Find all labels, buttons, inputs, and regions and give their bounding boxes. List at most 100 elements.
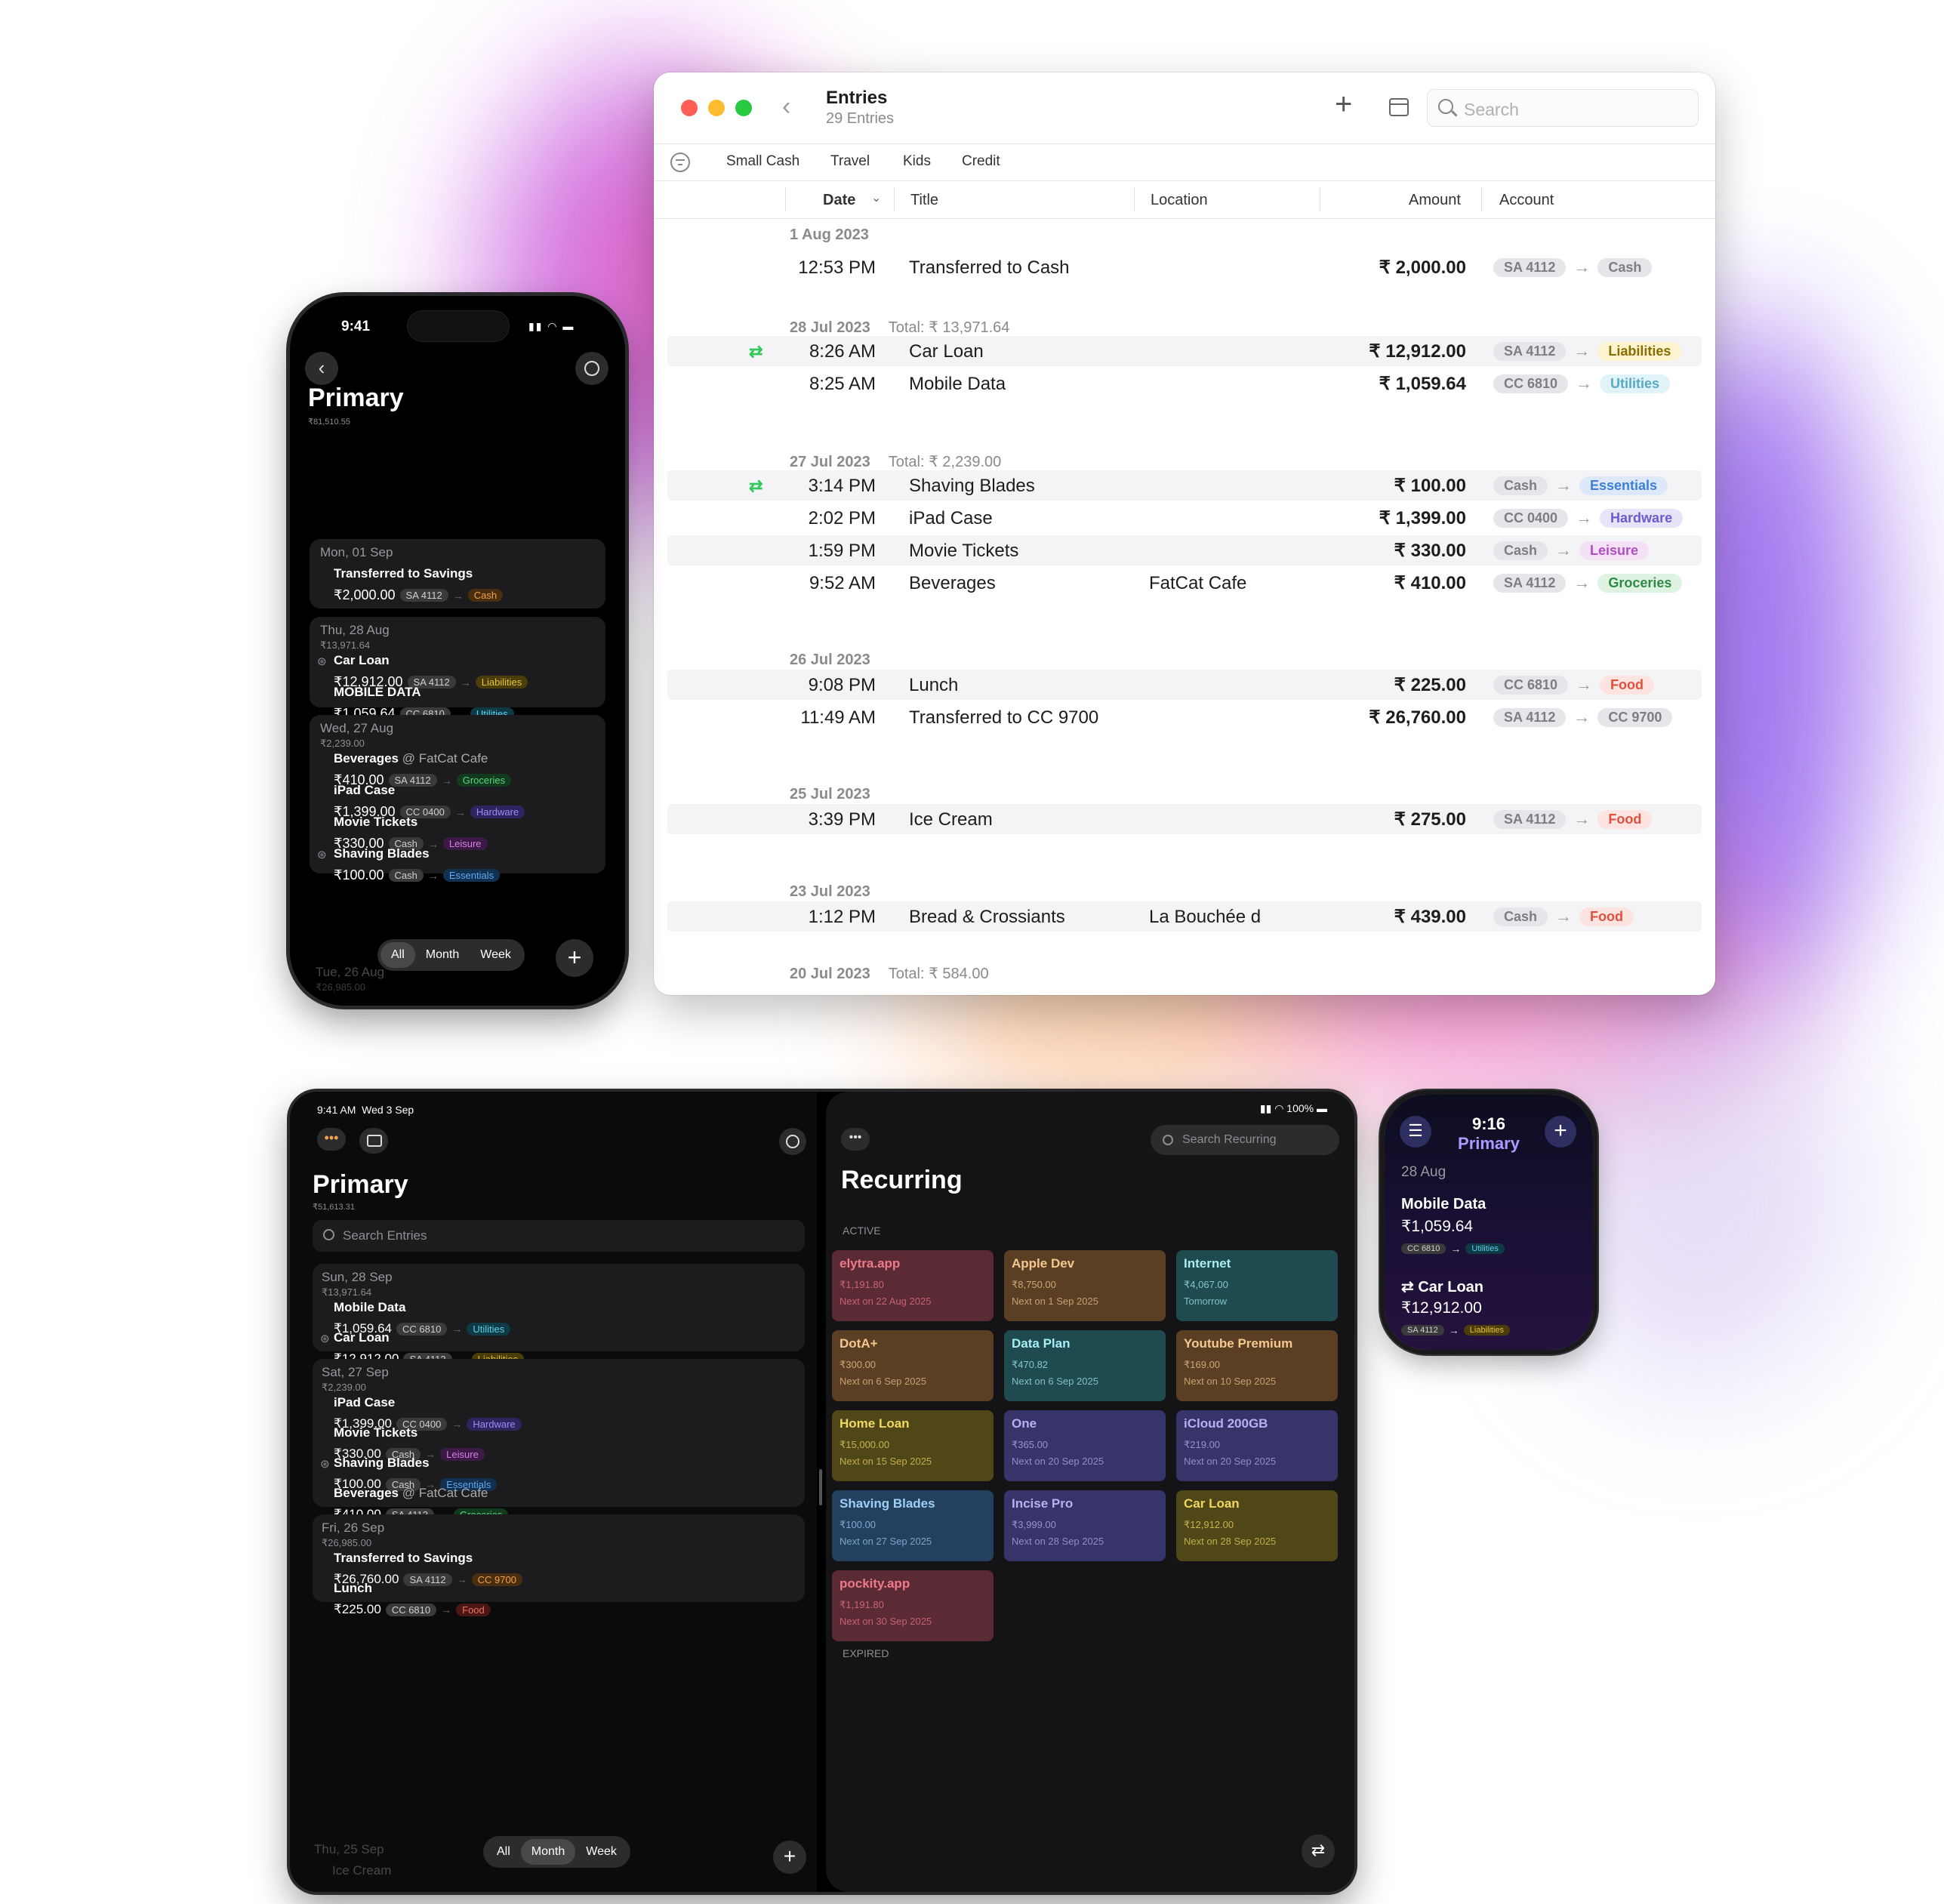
day-card[interactable]: Thu, 28 Aug ₹13,971.64 ⊛ Car Loan ₹12,912.00… — [310, 617, 605, 721]
search-field[interactable]: Search — [1427, 89, 1699, 127]
segment-month[interactable]: Month — [415, 942, 470, 968]
recurring-tile[interactable]: Data Plan ₹470.82 Next on 6 Sep 2025 — [1004, 1330, 1166, 1401]
account-to-tag: Utilities — [467, 1322, 511, 1336]
table-row[interactable]: 11:49 AM Transferred to CC 9700 ₹ 26,760.0… — [667, 702, 1702, 732]
segment-month[interactable]: Month — [520, 1839, 576, 1865]
table-row[interactable]: 8:25 AM Mobile Data ₹ 1,059.64 CC 6810 → Util… — [667, 368, 1702, 399]
filter-icon[interactable] — [670, 153, 690, 172]
day-card[interactable]: Fri, 26 Sep ₹26,985.00 Transferred to Savi… — [313, 1514, 805, 1616]
day-card[interactable]: Mon, 01 Sep Transferred to Savings ₹2,000.… — [310, 539, 605, 608]
account-from-tag: Cash — [1493, 907, 1548, 926]
column-header-date[interactable]: Date — [823, 192, 855, 209]
calendar-icon[interactable] — [1389, 98, 1409, 116]
filter-button[interactable] — [575, 352, 608, 385]
account-from-tag: SA 4112 — [399, 589, 448, 602]
tile-amount: ₹470.82 — [1012, 1359, 1049, 1370]
table-row[interactable]: ⇄ 8:26 AM Car Loan ₹ 12,912.00 SA 4112 → Liabi… — [667, 336, 1702, 366]
date-group-label: 27 Jul 2023 — [790, 454, 870, 470]
filter-tab[interactable]: Credit — [962, 153, 1000, 170]
column-header-account[interactable]: Account — [1499, 192, 1554, 209]
entry-title-text: Car Loan — [334, 1330, 390, 1345]
date-group-header: 20 Jul 2023 Total: ₹ 584.00 — [790, 964, 989, 983]
table-row[interactable]: 3:39 PM Ice Cream ₹ 275.00 SA 4112 → Food — [667, 804, 1702, 834]
entry-location: @ FatCat Cafe — [402, 751, 488, 766]
recurring-tile[interactable]: Shaving Blades ₹100.00 Next on 27 Sep 2025 — [832, 1490, 994, 1561]
date-group-header: 1 Aug 2023 — [790, 226, 869, 244]
account-to-tag: Hardware — [470, 806, 525, 818]
more-dots-icon[interactable]: ••• — [841, 1128, 870, 1151]
recurring-tile[interactable]: pockity.app ₹1,191.80 Next on 30 Sep 2025 — [832, 1570, 994, 1641]
account-to-tag: Food — [456, 1603, 491, 1616]
recurring-tile[interactable]: DotA+ ₹300.00 Next on 6 Sep 2025 — [832, 1330, 994, 1401]
sort-chevron-down-icon[interactable]: ⌄ — [871, 190, 881, 205]
entry-title-text: Car Loan — [1418, 1279, 1484, 1296]
day-card[interactable]: Sat, 27 Sep ₹2,239.00 iPad Case ₹1,399.00 CC… — [313, 1359, 805, 1521]
table-row[interactable]: 1:59 PM Movie Tickets ₹ 330.00 Cash → Leisure — [667, 535, 1702, 565]
watch-date: 28 Aug — [1401, 1164, 1446, 1180]
close-window-button[interactable] — [681, 100, 698, 116]
recurring-tile[interactable]: Apple Dev ₹8,750.00 Next on 1 Sep 2025 — [1004, 1250, 1166, 1321]
zoom-window-button[interactable] — [735, 100, 752, 116]
card-date: Mon, 01 Sep — [320, 545, 393, 559]
recurring-title: Recurring — [841, 1166, 963, 1194]
recurring-tile[interactable]: Internet ₹4,067.00 Tomorrow — [1176, 1250, 1338, 1321]
entry-time: 11:49 AM — [800, 707, 876, 728]
segment-all[interactable]: All — [380, 942, 415, 968]
recurring-tile[interactable]: Incise Pro ₹3,999.00 Next on 28 Sep 2025 — [1004, 1490, 1166, 1561]
table-row[interactable]: ⇄ 3:14 PM Shaving Blades ₹ 100.00 Cash → Essen… — [667, 470, 1702, 501]
table-row[interactable]: 2:02 PM iPad Case ₹ 1,399.00 CC 0400 → Hardwa… — [667, 503, 1702, 533]
date-group-label: 28 Jul 2023 — [790, 319, 870, 336]
entry-title-text: Shaving Blades — [334, 1456, 430, 1470]
card-date: Wed, 27 Aug — [320, 721, 394, 735]
recurring-tile[interactable]: Home Loan ₹15,000.00 Next on 15 Sep 2025 — [832, 1410, 994, 1481]
tile-name: Apple Dev — [1012, 1256, 1075, 1271]
add-entry-button[interactable]: + — [556, 939, 593, 977]
filter-tab[interactable]: Travel — [830, 153, 870, 170]
entry-title: Lunch — [909, 675, 959, 695]
search-recurring-field[interactable]: Search Recurring — [1151, 1125, 1339, 1155]
segment-week[interactable]: Week — [470, 942, 522, 968]
day-card[interactable]: Wed, 27 Aug ₹2,239.00 Beverages @ FatCat C… — [310, 715, 605, 883]
column-header-location[interactable]: Location — [1151, 192, 1208, 209]
table-row[interactable]: 9:08 PM Lunch ₹ 225.00 CC 6810 → Food — [667, 670, 1702, 700]
recurring-tile[interactable]: Car Loan ₹12,912.00 Next on 28 Sep 2025 — [1176, 1490, 1338, 1561]
recurring-toggle-button[interactable]: ⇄ — [1302, 1835, 1335, 1868]
add-entry-button[interactable]: + — [1335, 89, 1352, 119]
date-group-total: Total: ₹ 13,971.64 — [888, 319, 1010, 336]
entry-title-text: Lunch — [334, 1581, 372, 1595]
entry-amount-row: ₹100.00 Cash → Essentials — [334, 867, 501, 883]
add-entry-button[interactable]: + — [1545, 1116, 1576, 1148]
search-icon — [1438, 99, 1453, 114]
recurring-tile[interactable]: elytra.app ₹1,191.80 Next on 22 Aug 2025 — [832, 1250, 994, 1321]
more-dots-icon[interactable]: ••• — [317, 1128, 346, 1151]
add-entry-button[interactable]: + — [773, 1841, 806, 1874]
recurring-tile[interactable]: Youtube Premium ₹169.00 Next on 10 Sep 202… — [1176, 1330, 1338, 1401]
back-button[interactable]: ‹ — [305, 352, 338, 385]
column-header-amount[interactable]: Amount — [1409, 192, 1461, 209]
period-segmented-control[interactable]: All Month Week — [483, 1836, 630, 1868]
segment-week[interactable]: Week — [575, 1839, 627, 1865]
filter-icon[interactable] — [779, 1128, 806, 1155]
tile-amount: ₹300.00 — [840, 1359, 876, 1370]
column-header-title[interactable]: Title — [910, 192, 938, 209]
recurring-tile[interactable]: iCloud 200GB ₹219.00 Next on 20 Sep 2025 — [1176, 1410, 1338, 1481]
table-row[interactable]: 12:53 PM Transferred to Cash ₹ 2,000.00 SA … — [667, 252, 1702, 282]
date-group-header: 25 Jul 2023 — [790, 786, 870, 803]
segment-all[interactable]: All — [486, 1839, 521, 1865]
arrow-right-icon: → — [1450, 1243, 1462, 1255]
search-entries-field[interactable]: Search Entries — [313, 1220, 805, 1252]
table-row[interactable]: 9:52 AM Beverages FatCat Cafe ₹ 410.00 SA 41… — [667, 568, 1702, 598]
period-segmented-control[interactable]: All Month Week — [377, 939, 525, 971]
recurring-tile[interactable]: One ₹365.00 Next on 20 Sep 2025 — [1004, 1410, 1166, 1481]
entry-title: Bread & Crossiants — [909, 907, 1065, 927]
split-divider-handle[interactable] — [819, 1469, 822, 1505]
filter-tab[interactable]: Small Cash — [726, 153, 799, 170]
back-chevron-icon[interactable]: ‹ — [782, 94, 790, 119]
table-row[interactable]: 1:12 PM Bread & Crossiants La Bouchée d ₹ 4… — [667, 901, 1702, 932]
sidebar-toggle-icon[interactable] — [359, 1128, 388, 1154]
day-card[interactable]: Sun, 28 Sep ₹13,971.64 Mobile Data ₹1,059.6… — [313, 1264, 805, 1366]
minimize-window-button[interactable] — [708, 100, 725, 116]
date-group-header: 27 Jul 2023 Total: ₹ 2,239.00 — [790, 452, 1001, 471]
date-group-label: 20 Jul 2023 — [790, 966, 870, 982]
filter-tab[interactable]: Kids — [903, 153, 931, 170]
